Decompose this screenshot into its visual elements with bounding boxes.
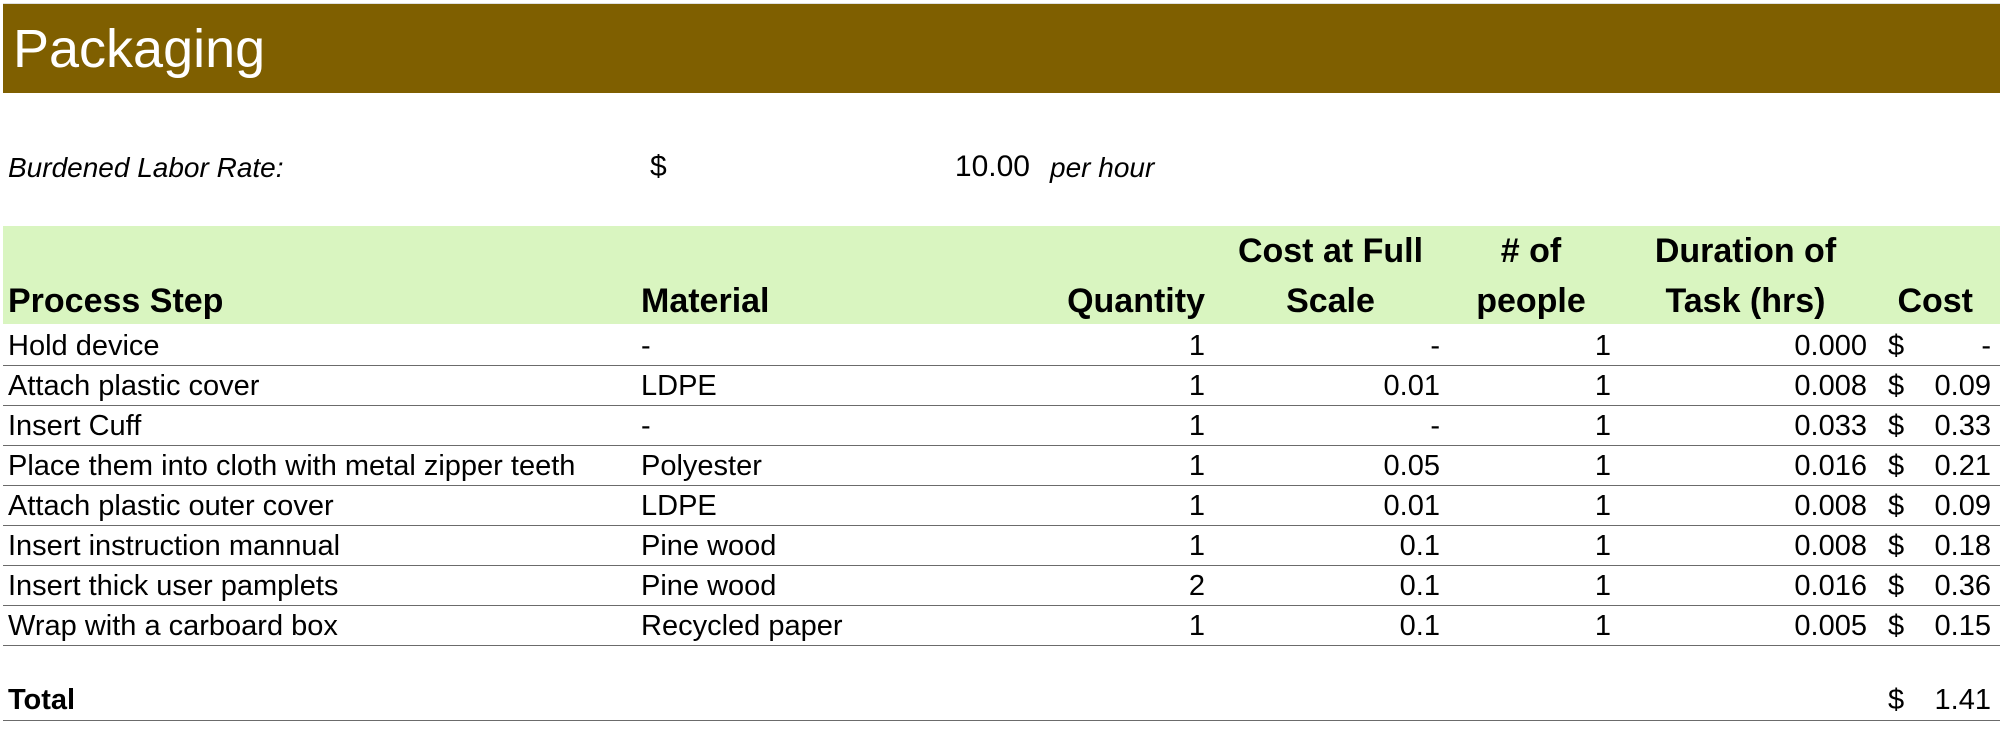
cell-quantity[interactable]: 1 [1053,406,1205,446]
total-currency: $ [1888,684,1905,716]
cell-people[interactable]: 1 [1453,366,1611,406]
cell-people[interactable]: 1 [1453,486,1611,526]
cell-duration[interactable]: 0.016 [1623,446,1867,486]
cell-cost-currency: $ [1888,330,1905,362]
cell-process-step[interactable]: Insert instruction mannual [8,526,340,566]
cell-cost[interactable]: 0.15 [1903,606,1991,646]
cell-process-step[interactable]: Attach plastic outer cover [8,486,334,526]
cell-material[interactable]: LDPE [641,486,717,526]
cell-quantity[interactable]: 1 [1053,446,1205,486]
table-body: Hold device - 1 - 1 0.000 $ - Attach pla… [3,326,2000,646]
cell-cost-currency: $ [1888,370,1905,402]
cell-cost-full-scale[interactable]: 0.01 [1233,486,1440,526]
cell-cost-full-scale[interactable]: 0.01 [1233,366,1440,406]
table-row: Attach plastic outer cover LDPE 1 0.01 1… [3,486,2000,526]
labor-rate-currency[interactable]: $ [650,150,667,184]
cell-quantity[interactable]: 2 [1053,566,1205,606]
cell-duration[interactable]: 0.008 [1623,486,1867,526]
cell-material[interactable]: Recycled paper [641,606,843,646]
header-duration-line2[interactable]: Task (hrs) [1623,276,1868,326]
cell-quantity[interactable]: 1 [1053,526,1205,566]
header-quantity[interactable]: Quantity [1053,276,1205,326]
cell-material[interactable]: LDPE [641,366,717,406]
cell-cost-currency: $ [1888,410,1905,442]
cell-cost-full-scale[interactable]: 0.1 [1233,526,1440,566]
cell-cost[interactable]: 0.36 [1903,566,1991,606]
cell-quantity[interactable]: 1 [1053,606,1205,646]
cell-cost-full-scale[interactable]: - [1233,326,1440,366]
cell-duration[interactable]: 0.000 [1623,326,1867,366]
table-row: Insert Cuff - 1 - 1 0.033 $ 0.33 [3,406,2000,446]
cell-people[interactable]: 1 [1453,326,1611,366]
cell-cost[interactable]: 0.18 [1903,526,1991,566]
cell-cost-full-scale[interactable]: - [1233,406,1440,446]
table-row: Place them into cloth with metal zipper … [3,446,2000,486]
cell-duration[interactable]: 0.016 [1623,566,1867,606]
cell-quantity[interactable]: 1 [1053,326,1205,366]
cell-process-step[interactable]: Insert Cuff [8,406,141,446]
cell-cost-currency: $ [1888,530,1905,562]
cell-cost-full-scale[interactable]: 0.05 [1233,446,1440,486]
header-people-line2[interactable]: people [1451,276,1611,326]
cell-process-step[interactable]: Insert thick user pamplets [8,566,338,606]
cell-cost-full-scale[interactable]: 0.1 [1233,606,1440,646]
cell-people[interactable]: 1 [1453,446,1611,486]
header-cost-full-line1[interactable]: Cost at Full [1228,226,1433,276]
cell-duration[interactable]: 0.005 [1623,606,1867,646]
cell-quantity[interactable]: 1 [1053,366,1205,406]
cell-people[interactable]: 1 [1453,606,1611,646]
cell-material[interactable]: Pine wood [641,566,776,606]
header-material[interactable]: Material [641,276,770,326]
cell-people[interactable]: 1 [1453,406,1611,446]
cell-duration[interactable]: 0.033 [1623,406,1867,446]
cell-duration[interactable]: 0.008 [1623,366,1867,406]
cell-cost-full-scale[interactable]: 0.1 [1233,566,1440,606]
header-duration-line1[interactable]: Duration of [1623,226,1868,276]
header-people-line1[interactable]: # of [1451,226,1611,276]
cell-cost[interactable]: 0.21 [1903,446,1991,486]
cell-quantity[interactable]: 1 [1053,486,1205,526]
labor-rate-value[interactable]: 10.00 [900,150,1030,184]
cell-cost-currency: $ [1888,490,1905,522]
total-value[interactable]: 1.41 [1903,680,1991,720]
cell-process-step[interactable]: Hold device [8,326,160,366]
cell-duration[interactable]: 0.008 [1623,526,1867,566]
table-row: Insert instruction mannual Pine wood 1 0… [3,526,2000,566]
table-header: Process Step Material Quantity Cost at F… [3,226,2000,324]
title-bar: Packaging [3,3,2000,93]
spreadsheet-sheet: Packaging Burdened Labor Rate: $ 10.00 p… [0,0,2000,742]
cell-material[interactable]: - [641,406,651,446]
table-row: Attach plastic cover LDPE 1 0.01 1 0.008… [3,366,2000,406]
cell-cost-currency: $ [1888,450,1905,482]
table-row: Wrap with a carboard box Recycled paper … [3,606,2000,646]
cell-process-step[interactable]: Attach plastic cover [8,366,259,406]
labor-rate-unit[interactable]: per hour [1050,152,1154,184]
header-cost[interactable]: Cost [1883,276,1973,326]
cell-material[interactable]: Polyester [641,446,762,486]
cell-cost[interactable]: 0.09 [1903,486,1991,526]
sheet-title[interactable]: Packaging [13,22,265,76]
cell-cost[interactable]: - [1903,326,1991,366]
cell-material[interactable]: Pine wood [641,526,776,566]
cell-process-step[interactable]: Place them into cloth with metal zipper … [8,446,575,486]
cell-cost-currency: $ [1888,570,1905,602]
header-process-step[interactable]: Process Step [8,276,223,326]
cell-material[interactable]: - [641,326,651,366]
total-label[interactable]: Total [8,680,75,720]
cell-cost[interactable]: 0.09 [1903,366,1991,406]
cell-people[interactable]: 1 [1453,526,1611,566]
cell-people[interactable]: 1 [1453,566,1611,606]
table-row: Insert thick user pamplets Pine wood 2 0… [3,566,2000,606]
labor-rate-label[interactable]: Burdened Labor Rate: [8,152,284,184]
cell-cost[interactable]: 0.33 [1903,406,1991,446]
table-row: Hold device - 1 - 1 0.000 $ - [3,326,2000,366]
cell-cost-currency: $ [1888,610,1905,642]
header-cost-full-line2[interactable]: Scale [1228,276,1433,326]
cell-process-step[interactable]: Wrap with a carboard box [8,606,338,646]
total-row: Total $ 1.41 [3,680,2000,721]
